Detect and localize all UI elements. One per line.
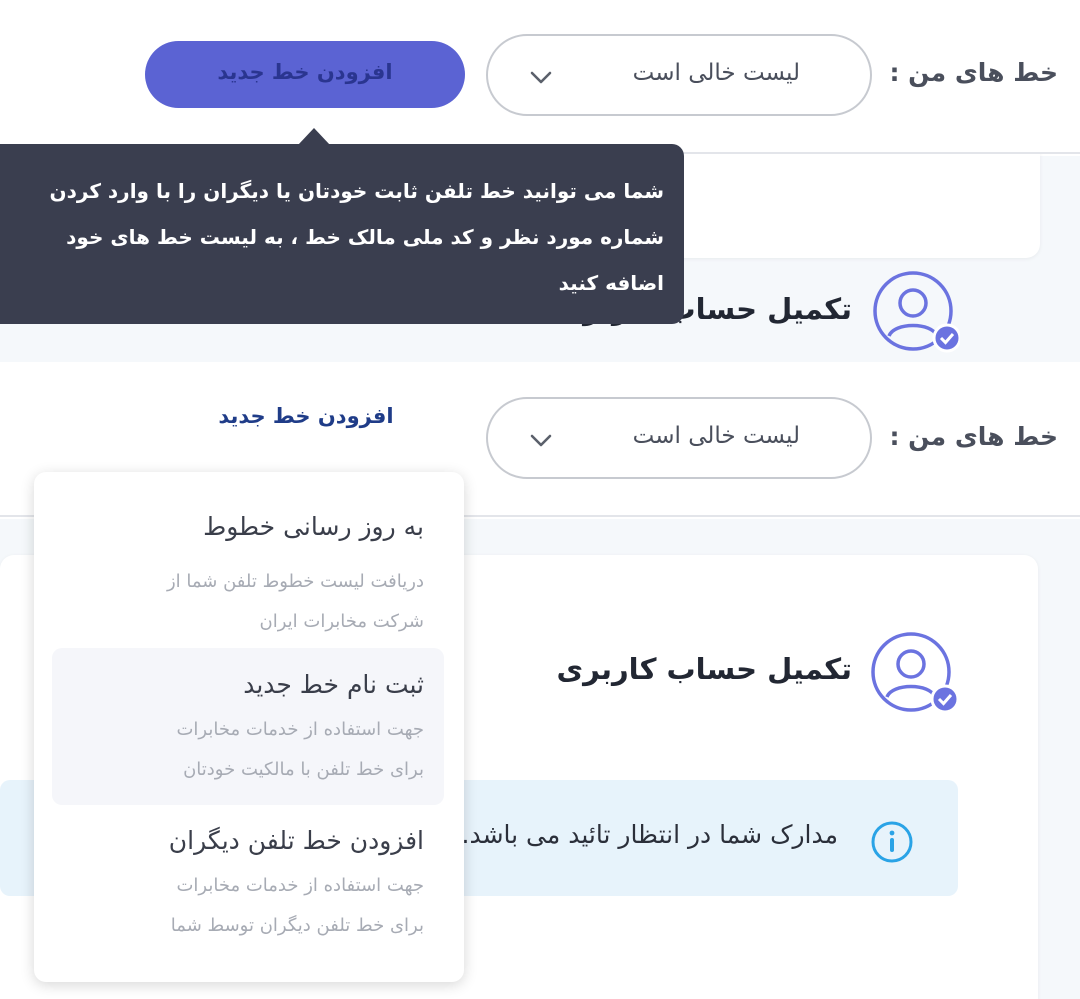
menu-item-desc-line-2: برای خط تلفن با مالکیت خودتان [183, 759, 424, 780]
add-line-tooltip: شما می توانید خط تلفن ثابت خودتان یا دیگ… [0, 144, 684, 324]
user-verified-icon [871, 632, 958, 714]
add-line-dropdown-menu: به روز رسانی خطوط دریافت لیست خطوط تلفن … [34, 472, 464, 982]
menu-item-register-new-line[interactable]: ثبت نام خط جدید جهت استفاده از خدمات مخا… [52, 648, 444, 805]
lines-select-value: لیست خالی است [632, 60, 800, 86]
chevron-down-icon [530, 434, 552, 447]
chevron-down-icon [530, 71, 552, 84]
tooltip-line-3: اضافه کنید [558, 271, 664, 295]
menu-item-update-lines[interactable]: به روز رسانی خطوط دریافت لیست خطوط تلفن … [52, 494, 444, 634]
header-bar: خط های من : لیست خالی است افزودن خط جدید [0, 0, 1080, 154]
profile-card-title: تکمیل حساب کاربری [556, 652, 852, 686]
user-verified-icon [873, 271, 960, 353]
info-icon [871, 821, 913, 863]
menu-item-desc-line-1: جهت استفاده از خدمات مخابرات [176, 719, 424, 740]
screen-tooltip-state: تکمیل حساب کاربری خط های من : لیست خالی … [0, 0, 1080, 362]
my-lines-select[interactable]: لیست خالی است [486, 34, 872, 116]
menu-item-desc-line-1: جهت استفاده از خدمات مخابرات [176, 875, 424, 896]
menu-item-desc-line-2: برای خط تلفن دیگران توسط شما [170, 915, 424, 936]
add-new-line-button[interactable]: افزودن خط جدید [190, 394, 422, 444]
my-lines-label: خط های من : [889, 58, 1058, 87]
menu-item-title: ثبت نام خط جدید [243, 670, 424, 699]
tooltip-arrow [298, 128, 330, 145]
add-new-line-button[interactable]: افزودن خط جدید [145, 41, 465, 108]
menu-item-title: به روز رسانی خطوط [203, 512, 424, 541]
add-new-line-label: افزودن خط جدید [217, 60, 393, 84]
screen-dropdown-state: تکمیل حساب کاربری مدارک شما در انتظار تا… [0, 362, 1080, 999]
menu-item-desc-line-1: دریافت لیست خطوط تلفن شما از [166, 571, 424, 592]
menu-item-add-others-line[interactable]: افزودن خط تلفن دیگران جهت استفاده از خدم… [52, 812, 444, 962]
tooltip-line-2: شماره مورد نظر و کد ملی مالک خط ، به لیس… [66, 225, 664, 249]
my-lines-select[interactable]: لیست خالی است [486, 397, 872, 479]
add-new-line-label: افزودن خط جدید [218, 404, 394, 428]
lines-select-value: لیست خالی است [632, 423, 800, 449]
my-lines-label: خط های من : [889, 422, 1058, 451]
menu-item-title: افزودن خط تلفن دیگران [168, 826, 424, 855]
tooltip-line-1: شما می توانید خط تلفن ثابت خودتان یا دیگ… [49, 179, 664, 203]
menu-item-desc-line-2: شرکت مخابرات ایران [259, 611, 425, 632]
pending-documents-message: مدارک شما در انتظار تائید می باشد. برای [406, 820, 838, 849]
